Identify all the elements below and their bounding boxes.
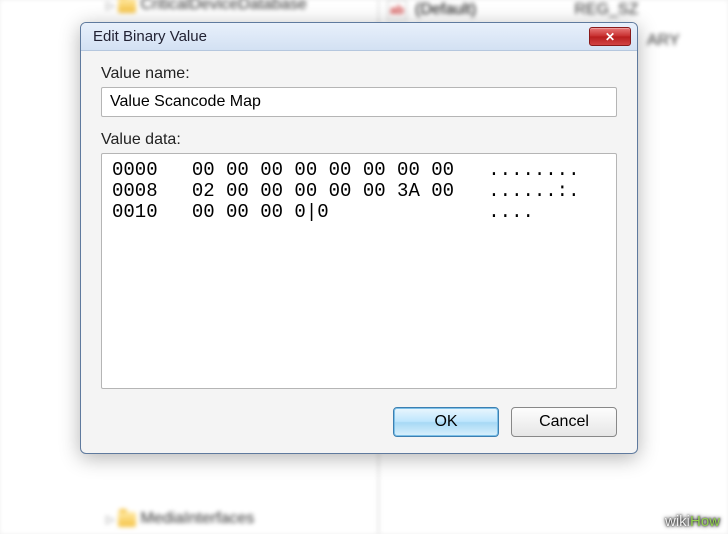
string-value-icon: ab <box>387 0 407 20</box>
tree-item[interactable]: ▷ CriticalDeviceDatabase <box>106 0 307 16</box>
ok-button[interactable]: OK <box>393 407 499 437</box>
dialog-titlebar[interactable]: Edit Binary Value ✕ <box>81 23 637 51</box>
watermark: wikiHow <box>665 513 720 530</box>
tree-item[interactable]: ▷ MediaInterfaces <box>106 508 254 530</box>
registry-value-row[interactable]: ab (Default) REG_SZ <box>379 0 646 22</box>
dialog-title: Edit Binary Value <box>93 28 589 45</box>
registry-value-type: ARY <box>647 32 680 50</box>
value-data-label: Value data: <box>101 131 617 149</box>
close-button[interactable]: ✕ <box>589 27 631 46</box>
expand-arrow-icon[interactable]: ▷ <box>106 513 114 526</box>
registry-value-type: REG_SZ <box>574 1 638 19</box>
tree-item-label: CriticalDeviceDatabase <box>140 0 306 14</box>
close-icon: ✕ <box>605 30 615 44</box>
cancel-button[interactable]: Cancel <box>511 407 617 437</box>
watermark-prefix: wiki <box>665 513 690 530</box>
expand-arrow-icon[interactable]: ▷ <box>106 0 114 12</box>
folder-icon <box>118 0 136 13</box>
tree-item-label: MediaInterfaces <box>140 510 254 528</box>
registry-value-row[interactable]: ARY <box>639 30 688 52</box>
hex-editor[interactable]: 0000 00 00 00 00 00 00 00 00 ........ 00… <box>101 153 617 389</box>
value-name-label: Value name: <box>101 65 617 83</box>
dialog-body: Value name: Value data: 0000 00 00 00 00… <box>81 51 637 453</box>
dialog-button-row: OK Cancel <box>101 407 617 437</box>
watermark-suffix: How <box>690 513 720 530</box>
edit-binary-dialog: Edit Binary Value ✕ Value name: Value da… <box>80 22 638 454</box>
registry-value-name: (Default) <box>415 1 476 19</box>
value-name-input[interactable] <box>101 87 617 117</box>
folder-icon <box>118 512 136 527</box>
